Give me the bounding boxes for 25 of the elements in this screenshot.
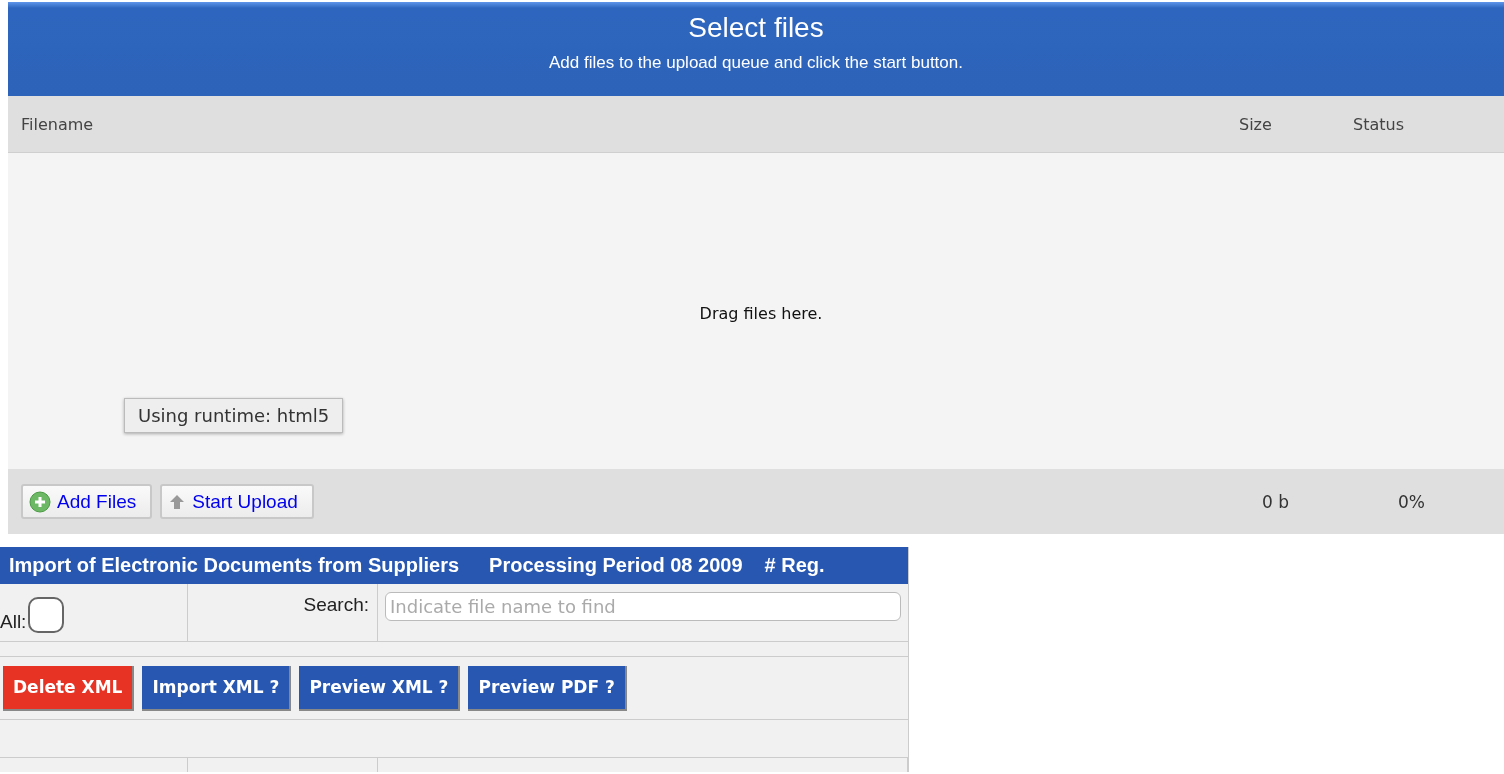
title: Select files: [688, 12, 824, 44]
search-label: Search:: [303, 594, 369, 616]
start-upload-button[interactable]: Start Upload: [160, 484, 314, 519]
column-header: Filename: [20, 114, 95, 134]
plus-icon: [29, 490, 51, 513]
up-arrow-icon: [168, 492, 187, 511]
drop-zone[interactable]: Drag files here. Using runtime: html5: [8, 153, 1504, 469]
period-label: Processing Period 08 2009: [489, 554, 743, 577]
action-button[interactable]: Preview PDF ?: [468, 665, 627, 711]
column-header: Size: [1239, 114, 1273, 134]
action-button[interactable]: Import XML ?: [142, 665, 292, 711]
delete-button[interactable]: Delete XML: [3, 665, 135, 711]
search-field[interactable]: Indicate file name to find: [385, 592, 901, 621]
runtime-tooltip: Using runtime: html5: [124, 398, 344, 433]
panel-title: Import of Electronic Documents from Suppliers: [9, 554, 460, 577]
subtitle: Add files to the upload queue and click the start button.: [549, 53, 963, 73]
total-size: 0 b: [1262, 491, 1290, 512]
all-checkbox[interactable]: [28, 597, 65, 633]
total-status: 0%: [1398, 491, 1426, 512]
action-button[interactable]: Preview XML ?: [299, 665, 461, 711]
column-header: Status: [1353, 114, 1404, 134]
reg-label: # Reg.: [764, 554, 825, 577]
all-label: All:: [0, 611, 27, 633]
drop-hint: Drag files here.: [699, 303, 823, 323]
add-files-button[interactable]: Add Files: [21, 484, 153, 519]
